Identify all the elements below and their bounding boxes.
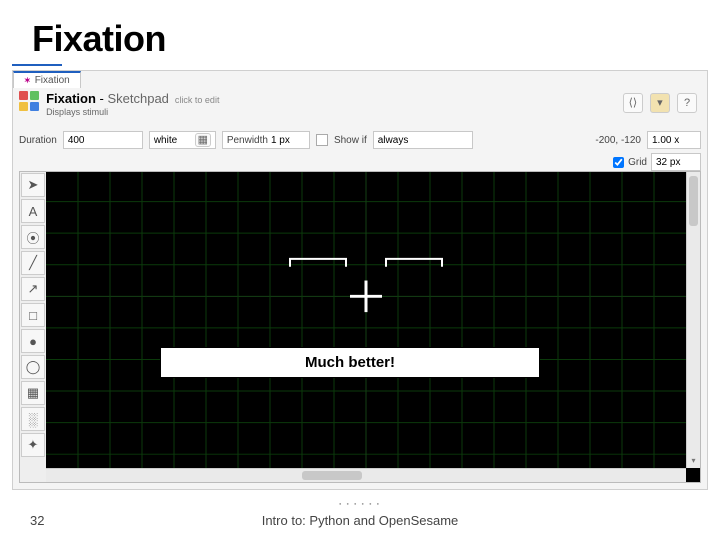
showif-input[interactable] [378,135,468,146]
annotation-callout: Much better! [160,347,540,378]
opensesame-icon [19,91,39,111]
grid-input[interactable] [656,157,696,168]
grid-checkbox[interactable] [613,157,624,168]
duration-label: Duration [19,135,57,146]
vertical-scrollbar[interactable]: ▴▾ [686,172,700,468]
fill-color-swatch[interactable] [316,134,328,146]
scrollbar-thumb[interactable] [689,176,698,226]
item-name[interactable]: Fixation [46,91,96,106]
item-type: - Sketchpad [100,91,169,106]
grid-label: Grid [628,157,647,168]
duration-input[interactable] [68,135,138,146]
color-picker-icon[interactable]: ▦ [195,133,211,147]
item-description[interactable]: Displays stimuli [46,107,219,117]
penwidth-input[interactable] [271,135,305,146]
circle-tool[interactable]: ● [21,329,45,353]
slide-title: Fixation [32,18,166,60]
cursor-coords: -200, -120 [595,135,641,146]
zoom-input[interactable] [652,135,696,146]
showif-label: Show if [334,135,367,146]
footer-dots: ● ● ● ● ● ● [0,501,720,506]
sketchpad-editor: ➤A⦿╱↗□●◯▦░✦ [19,171,701,483]
image-tool[interactable]: ⦿ [21,225,45,249]
canvas[interactable] [46,172,686,468]
penwidth-label: Penwidth [227,135,268,146]
horizontal-scrollbar[interactable] [46,468,686,482]
item-tab[interactable]: ✶Fixation [13,71,81,88]
slide-footer: Intro to: Python and OpenSesame [0,513,720,528]
text-tool[interactable]: A [21,199,45,223]
gabor-tool[interactable]: ▦ [21,381,45,405]
fixation-tool[interactable]: ✦ [21,433,45,457]
view-script-button[interactable]: ⟨⟩ [623,93,643,113]
scrollbar-thumb[interactable] [302,471,362,480]
pointer-tool[interactable]: ➤ [21,173,45,197]
settings-button[interactable]: ▾ [650,93,670,113]
line-tool[interactable]: ╱ [21,251,45,275]
noise-tool[interactable]: ░ [21,407,45,431]
click-to-edit-hint: click to edit [175,95,220,105]
rect-tool[interactable]: □ [21,303,45,327]
close-icon[interactable]: ✶ [24,76,31,85]
arrow-tool[interactable]: ↗ [21,277,45,301]
title-underline [12,64,62,66]
scroll-down-icon[interactable]: ▾ [687,454,700,468]
opensesame-window: ✶Fixation Fixation - Sketchpad click to e… [12,70,708,490]
ellipse-tool[interactable]: ◯ [21,355,45,379]
color-picker[interactable]: ▦ [149,131,216,149]
item-header: Fixation - Sketchpad click to edit Displa… [19,91,701,125]
help-button[interactable]: ? [677,93,697,113]
options-bar: Duration ▦ Penwidth Show if -200, -120 [19,129,701,151]
tool-palette: ➤A⦿╱↗□●◯▦░✦ [20,172,46,482]
